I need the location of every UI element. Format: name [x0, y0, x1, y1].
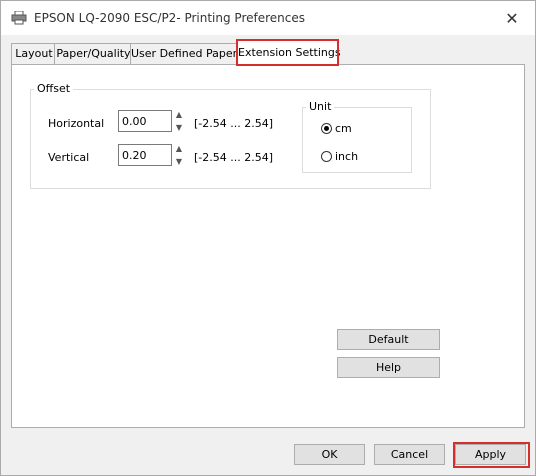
spinner-down-icon[interactable]: ▼	[176, 157, 182, 166]
unit-inch-radio[interactable]	[321, 151, 332, 162]
unit-cm-label[interactable]: cm	[335, 122, 352, 135]
close-icon: ✕	[505, 8, 519, 28]
unit-inch-label[interactable]: inch	[335, 150, 358, 163]
extension-settings-panel: Offset Horizontal ▲ ▼ [-2.54 ... 2.54] V…	[11, 64, 525, 428]
vertical-range: [-2.54 ... 2.54]	[194, 151, 274, 164]
vertical-label: Vertical	[48, 151, 90, 164]
help-button[interactable]: Help	[337, 357, 440, 378]
tab-layout[interactable]: Layout	[11, 43, 57, 64]
window-title: EPSON LQ-2090 ESC/P2- Printing Preferenc…	[34, 11, 306, 25]
apply-button[interactable]: Apply	[455, 444, 526, 465]
tab-user-defined-paper[interactable]: User Defined Paper	[130, 43, 238, 64]
horizontal-offset-input[interactable]	[118, 110, 172, 132]
vertical-offset-input[interactable]	[118, 144, 172, 166]
tab-extension-settings[interactable]: Extension Settings	[237, 40, 341, 65]
horizontal-label: Horizontal	[48, 117, 105, 130]
offset-legend: Offset	[34, 82, 74, 95]
tab-paper-quality[interactable]: Paper/Quality	[54, 43, 133, 64]
cancel-button[interactable]: Cancel	[374, 444, 445, 465]
unit-legend: Unit	[306, 100, 335, 113]
horizontal-spinner[interactable]: ▲ ▼	[174, 110, 184, 132]
printing-preferences-window: EPSON LQ-2090 ESC/P2- Printing Preferenc…	[0, 0, 536, 476]
spinner-up-icon[interactable]: ▲	[176, 110, 182, 119]
unit-group	[302, 107, 412, 173]
default-button[interactable]: Default	[337, 329, 440, 350]
printer-icon	[11, 11, 27, 25]
spinner-up-icon[interactable]: ▲	[176, 144, 182, 153]
close-button[interactable]: ✕	[489, 1, 535, 35]
title-bar: EPSON LQ-2090 ESC/P2- Printing Preferenc…	[1, 1, 535, 35]
unit-cm-radio[interactable]	[321, 123, 332, 134]
spinner-down-icon[interactable]: ▼	[176, 123, 182, 132]
ok-button[interactable]: OK	[294, 444, 365, 465]
horizontal-range: [-2.54 ... 2.54]	[194, 117, 274, 130]
vertical-spinner[interactable]: ▲ ▼	[174, 144, 184, 166]
